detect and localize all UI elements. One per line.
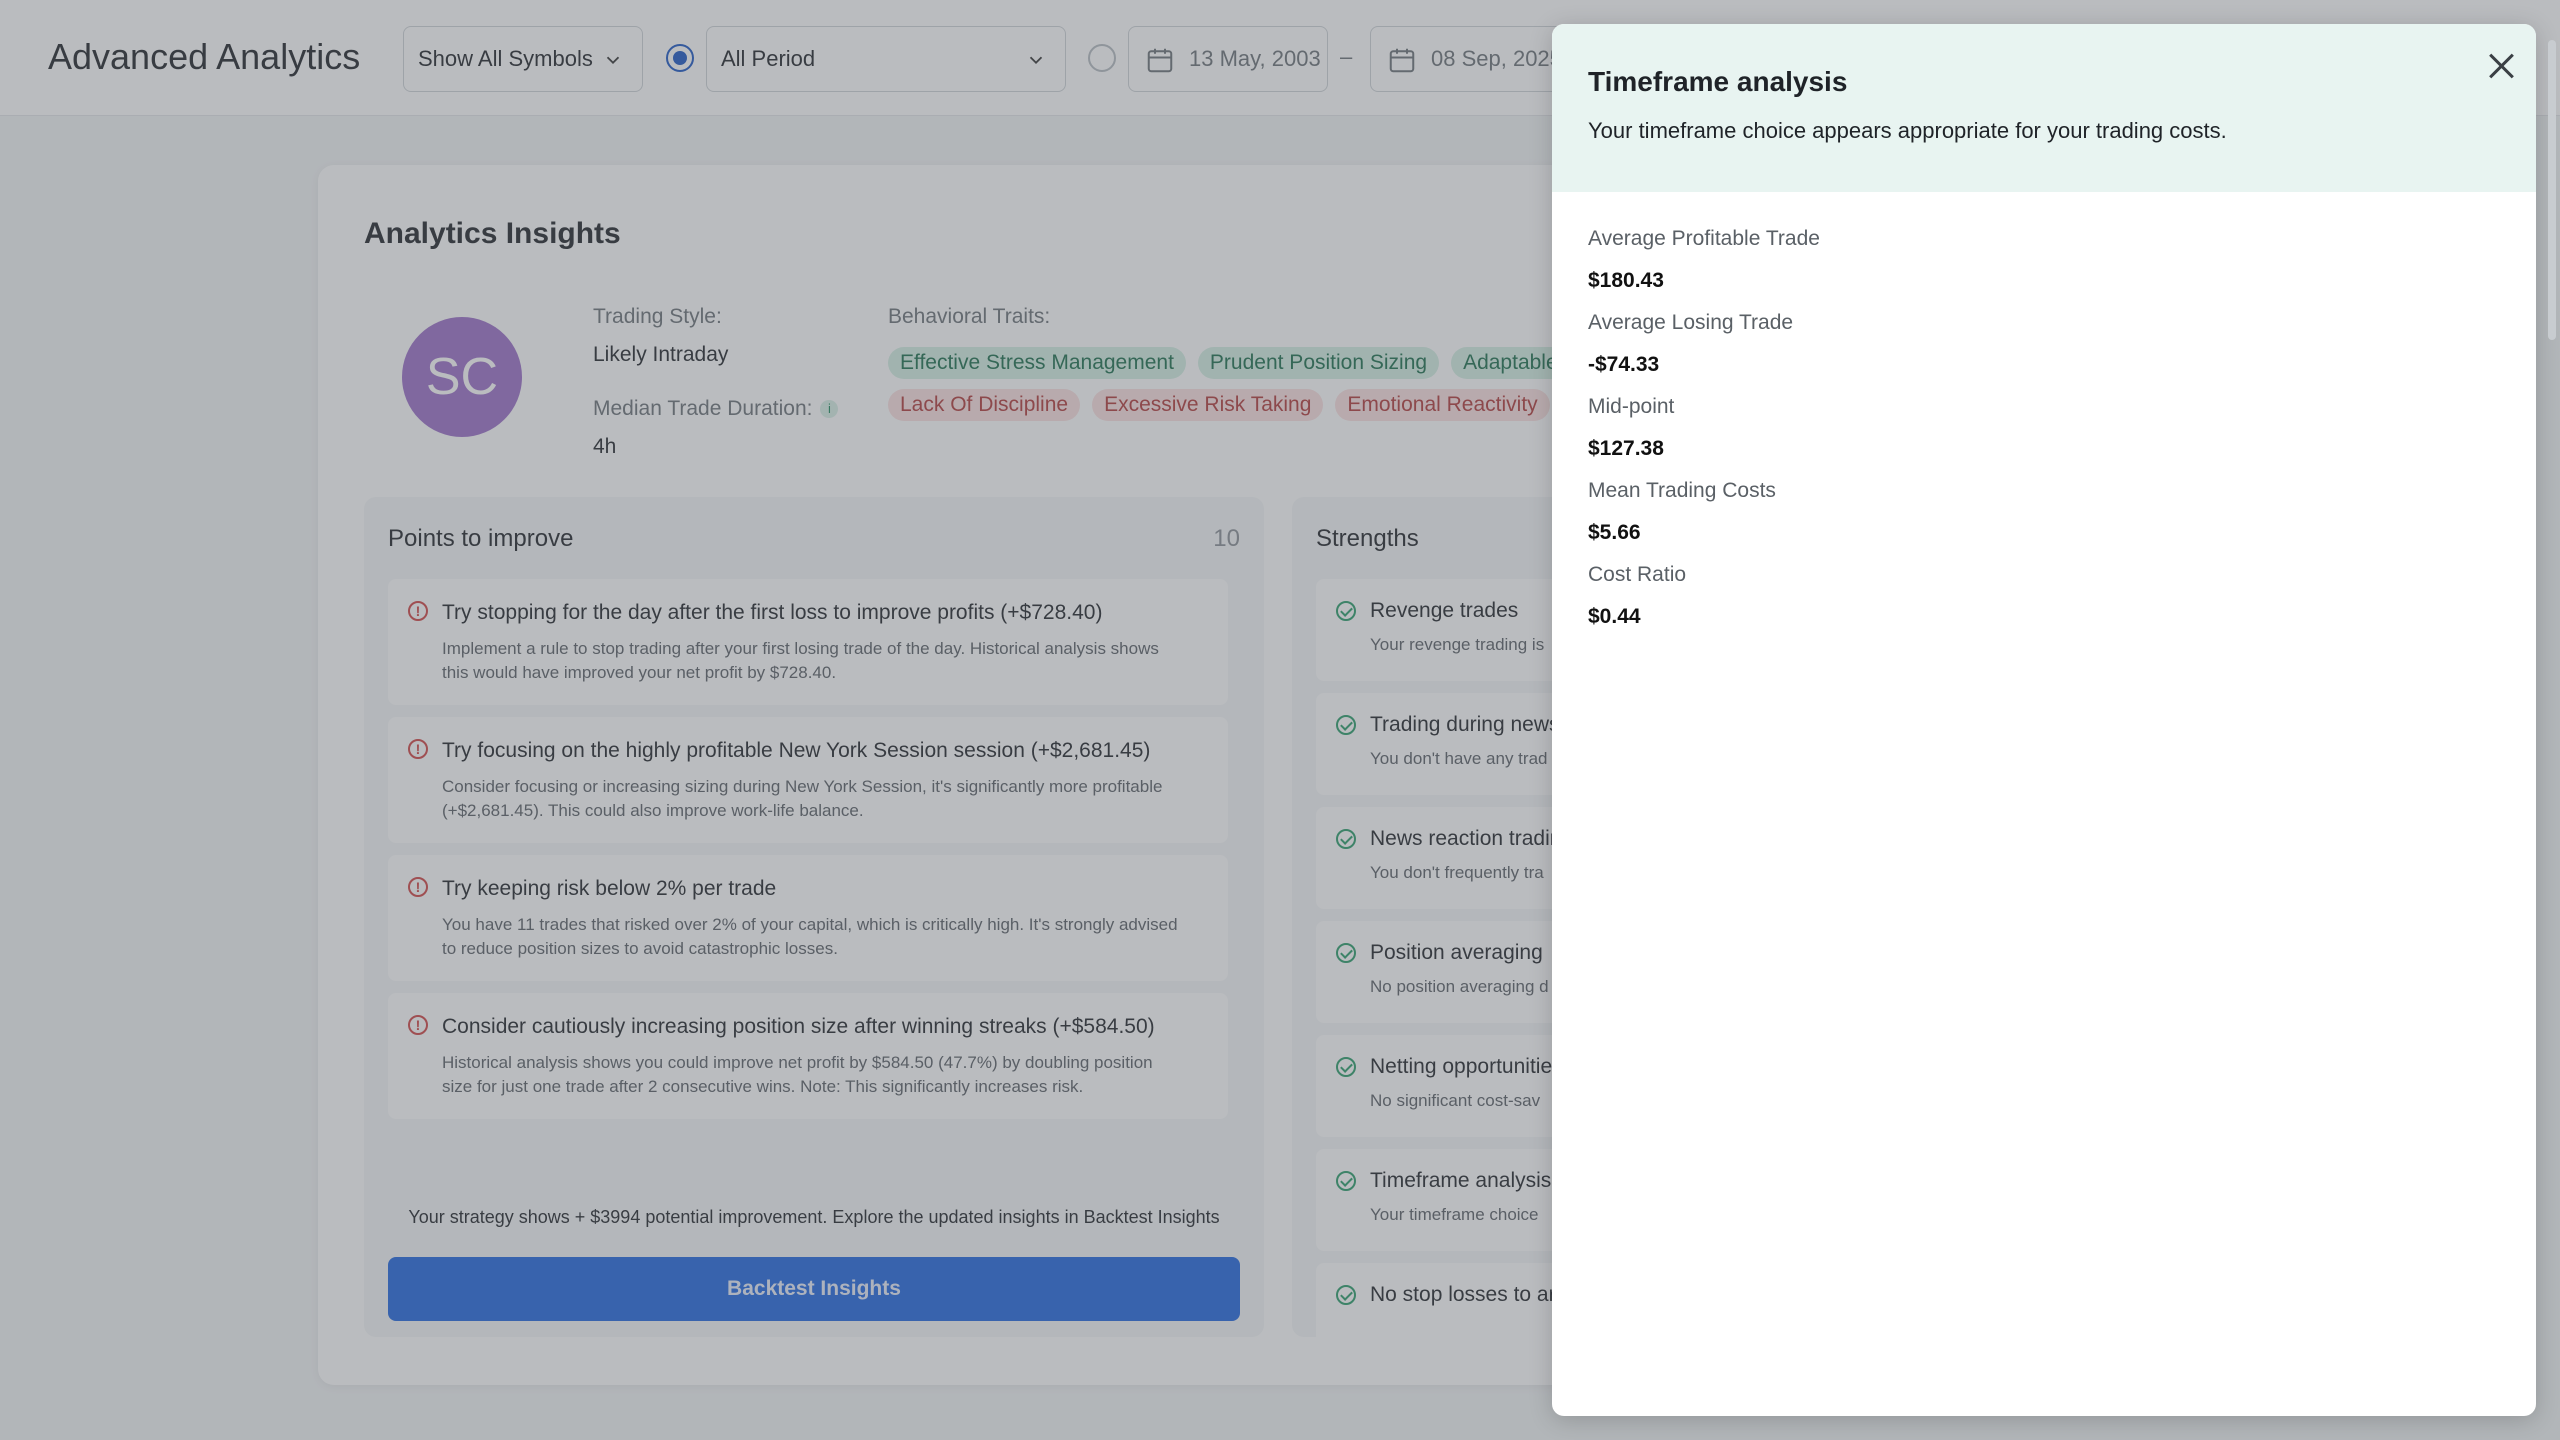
metric-value: $180.43: [1588, 269, 1664, 292]
drawer-title: Timeframe analysis: [1588, 66, 1848, 97]
metric-label: Mean Trading Costs: [1588, 479, 1776, 502]
metric-label: Cost Ratio: [1588, 563, 1687, 586]
page-scrollbar[interactable]: [2548, 40, 2556, 340]
metric-label: Average Losing Trade: [1588, 311, 1794, 334]
metric-value: $0.44: [1588, 605, 1641, 628]
metric-label: Average Profitable Trade: [1588, 227, 1820, 250]
drawer-header: Timeframe analysis Your timeframe choice…: [1552, 24, 2536, 192]
metric-value: $127.38: [1588, 437, 1664, 460]
timeframe-analysis-drawer: Timeframe analysis Your timeframe choice…: [1552, 24, 2536, 1416]
metric-value: $5.66: [1588, 521, 1641, 544]
drawer-subtitle: Your timeframe choice appears appropriat…: [1588, 118, 2227, 143]
close-icon[interactable]: [2482, 46, 2522, 86]
drawer-metrics: Average Profitable Trade $180.43 Average…: [1588, 218, 2488, 638]
metric-label: Mid-point: [1588, 395, 1675, 418]
metric-value: -$74.33: [1588, 353, 1660, 376]
